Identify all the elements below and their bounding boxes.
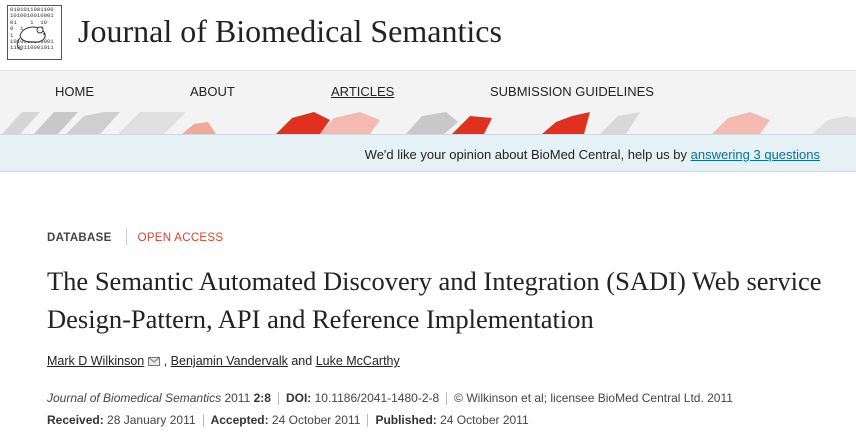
notice-text-wrap: We'd like your opinion about BioMed Cent… [365,147,820,162]
decorative-shapes [2,112,856,134]
survey-link[interactable]: answering 3 questions [691,147,820,162]
accepted-label: Accepted: [210,413,269,427]
citation-year: 2011 [224,391,251,405]
dates-divider [202,414,204,428]
received-date: 28 January 2011 [107,413,196,427]
citation-journal: Journal of Biomedical Semantics [47,391,222,405]
notice-text: We'd like your opinion about BioMed Cent… [364,147,691,162]
journal-logo[interactable]: 0101011001100 1010010010001 01 1 10 0 1 … [7,5,62,60]
nav-home[interactable]: HOME [55,84,94,99]
doi-value[interactable]: 10.1186/2041-1480-2-8 [315,391,440,405]
dates-divider [367,414,369,428]
journal-title[interactable]: Journal of Biomedical Semantics [78,13,502,50]
doi-label: DOI: [285,391,312,405]
author-link[interactable]: Luke McCarthy [316,354,400,368]
published-label: Published: [375,413,437,427]
author-link[interactable]: Benjamin Vandervalk [171,354,288,368]
article-type: DATABASE [47,232,112,244]
decorative-banner [0,110,856,134]
article-title: The Semantic Automated Discovery and Int… [47,266,822,334]
citation-divider [446,392,448,406]
mouse-icon [16,26,46,51]
copyright-text: © Wilkinson et al; licensee BioMed Centr… [454,391,733,405]
published-date: 24 October 2011 [440,413,529,427]
nav-submission-guidelines[interactable]: SUBMISSION GUIDELINES [490,84,654,99]
citation-line: Journal of Biomedical Semantics 2011 2:8… [47,391,733,406]
feedback-notice: We'd like your opinion about BioMed Cent… [0,134,856,172]
author-list: Mark D Wilkinson , Benjamin Vandervalk a… [47,354,400,368]
accepted-date: 24 October 2011 [271,413,361,427]
open-access-badge: OPEN ACCESS [137,232,224,244]
article-tags: DATABASE OPEN ACCESS [47,228,224,246]
received-label: Received: [47,413,104,427]
author-and: and [287,354,316,368]
main-navigation: HOME ABOUT ARTICLES SUBMISSION GUIDELINE… [0,70,856,111]
citation-volume: 2:8 [253,391,271,405]
masthead: 0101011001100 1010010010001 01 1 10 0 1 … [0,0,856,70]
nav-articles[interactable]: ARTICLES [331,84,394,99]
author-link[interactable]: Mark D Wilkinson [47,354,144,368]
citation-divider [277,392,279,406]
tag-divider [125,228,127,246]
publication-dates: Received: 28 January 2011 Accepted: 24 Oc… [47,413,529,428]
email-icon[interactable] [148,357,161,366]
author-separator: , [160,354,171,368]
nav-about[interactable]: ABOUT [190,84,235,99]
